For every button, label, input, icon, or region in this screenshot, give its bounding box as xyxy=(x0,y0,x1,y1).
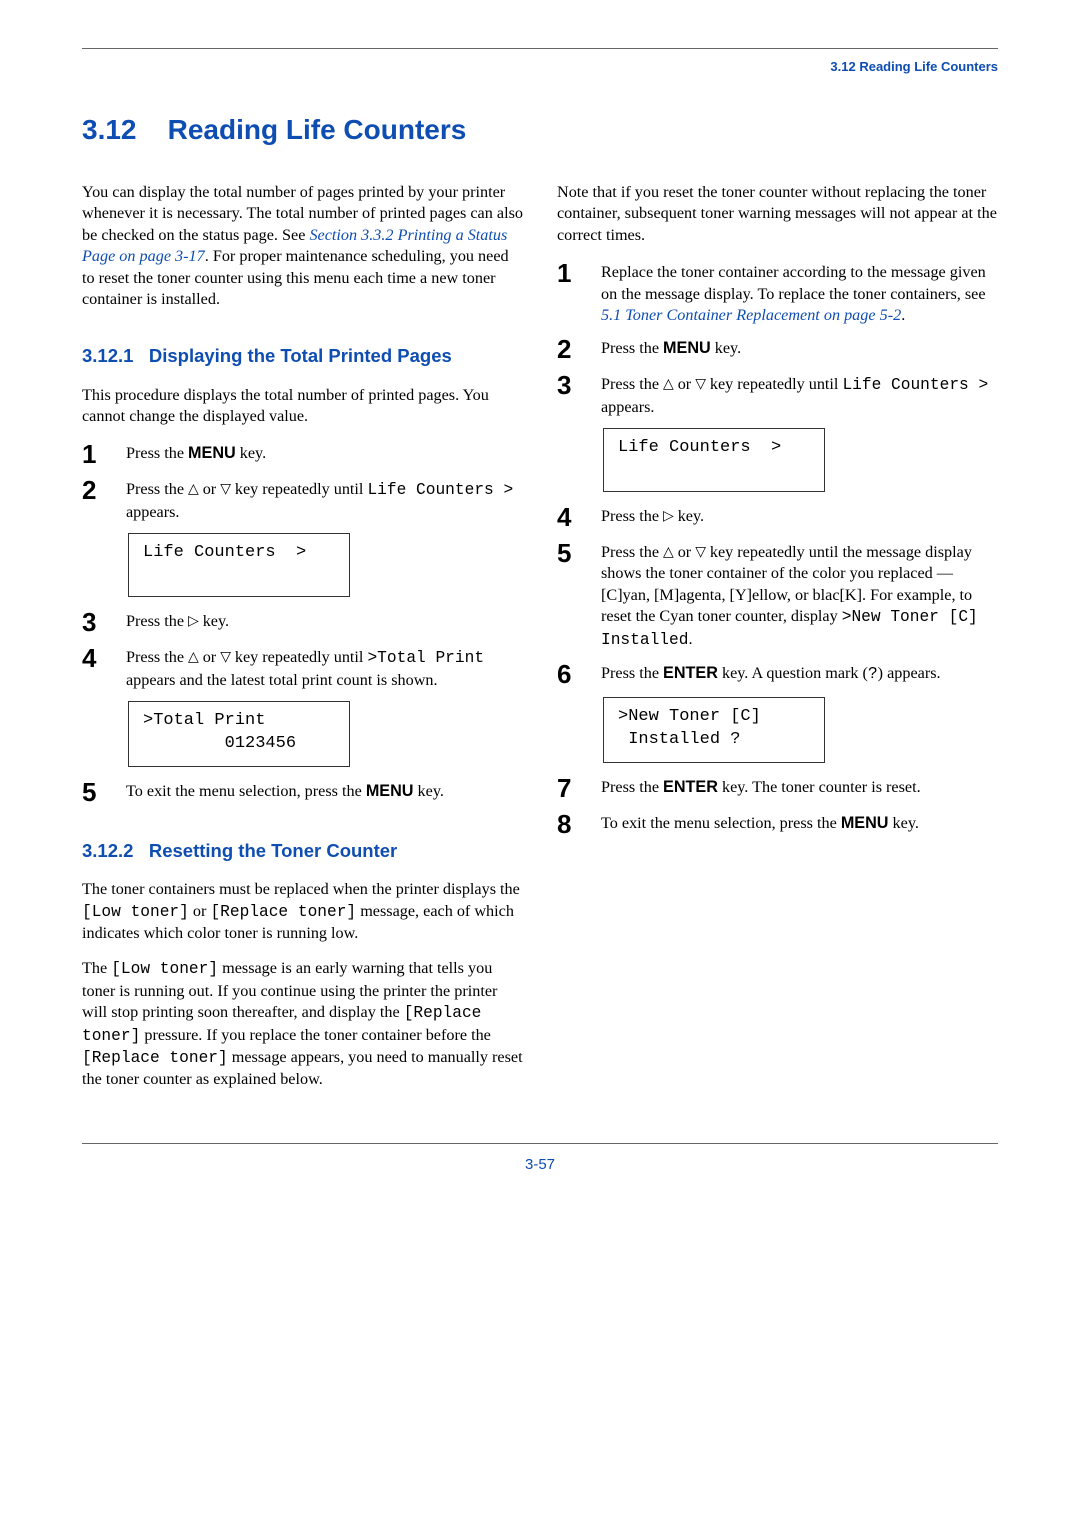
lcd-text: [Replace toner] xyxy=(82,1049,228,1067)
step-body: Press the △ or ▽ key repeatedly until Li… xyxy=(601,372,998,418)
step-number: 4 xyxy=(557,504,583,530)
down-arrow-icon: ▽ xyxy=(695,375,706,393)
step-body: Press the MENU key. xyxy=(126,441,523,464)
right-arrow-icon: ▷ xyxy=(663,507,674,525)
step-number: 2 xyxy=(557,336,583,362)
sub-number: 3.12.2 xyxy=(82,840,133,861)
r-step-4: 4 Press the ▷ key. xyxy=(557,504,998,530)
step-body: Press the ENTER key. The toner counter i… xyxy=(601,775,998,798)
lcd-text: >Total Print xyxy=(367,649,484,667)
subheading-3-12-2: 3.12.2 Resetting the Toner Counter xyxy=(82,839,523,863)
step-number: 4 xyxy=(82,645,108,671)
down-arrow-icon: ▽ xyxy=(220,480,231,498)
sub2-paragraph-2: The [Low toner] message is an early warn… xyxy=(82,958,523,1090)
step-number: 5 xyxy=(82,779,108,805)
step-body: To exit the menu selection, press the ME… xyxy=(126,779,523,802)
step-body: Press the ENTER key. A question mark (?)… xyxy=(601,661,998,685)
page-title: 3.12 Reading Life Counters xyxy=(82,114,998,146)
sub2-paragraph-1: The toner containers must be replaced wh… xyxy=(82,879,523,944)
step-number: 7 xyxy=(557,775,583,801)
section-number: 3.12 xyxy=(82,114,137,145)
menu-key: MENU xyxy=(366,782,414,800)
r-step-5: 5 Press the △ or ▽ key repeatedly until … xyxy=(557,540,998,651)
step-5: 5 To exit the menu selection, press the … xyxy=(82,779,523,805)
step-body: Press the MENU key. xyxy=(601,336,998,359)
menu-key: MENU xyxy=(188,444,236,462)
sub-text: Displaying the Total Printed Pages xyxy=(149,345,452,366)
link-toner-replacement[interactable]: 5.1 Toner Container Replacement on page … xyxy=(601,306,901,324)
right-intro: Note that if you reset the toner counter… xyxy=(557,182,998,246)
up-arrow-icon: △ xyxy=(188,480,199,498)
up-arrow-icon: △ xyxy=(188,648,199,666)
lcd-display: Life Counters > xyxy=(603,428,825,492)
r-step-2: 2 Press the MENU key. xyxy=(557,336,998,362)
step-body: Press the △ or ▽ key repeatedly until >T… xyxy=(126,645,523,691)
lcd-display: >New Toner [C] Installed ? xyxy=(603,697,825,763)
lcd-text: [Low toner] xyxy=(111,960,218,978)
enter-key: ENTER xyxy=(663,778,718,796)
step-body: Press the △ or ▽ key repeatedly until Li… xyxy=(126,477,523,523)
right-arrow-icon: ▷ xyxy=(188,612,199,630)
enter-key: ENTER xyxy=(663,664,718,682)
running-header: 3.12 Reading Life Counters xyxy=(82,59,998,74)
lcd-text: [Replace toner] xyxy=(210,903,356,921)
lcd-display: >Total Print 0123456 xyxy=(128,701,350,767)
step-body: Press the ▷ key. xyxy=(126,609,523,632)
lcd-text: Life Counters > xyxy=(367,481,513,499)
right-column: Note that if you reset the toner counter… xyxy=(557,182,998,1105)
lcd-text: ? xyxy=(868,665,878,683)
page-number: 3-57 xyxy=(525,1156,555,1173)
page: 3.12 Reading Life Counters 3.12 Reading … xyxy=(0,0,1080,1528)
step-3: 3 Press the ▷ key. xyxy=(82,609,523,635)
step-4: 4 Press the △ or ▽ key repeatedly until … xyxy=(82,645,523,691)
step-body: Press the △ or ▽ key repeatedly until th… xyxy=(601,540,998,651)
step-body: To exit the menu selection, press the ME… xyxy=(601,811,998,834)
step-number: 2 xyxy=(82,477,108,503)
subheading-3-12-1: 3.12.1 Displaying the Total Printed Page… xyxy=(82,344,523,368)
step-number: 1 xyxy=(82,441,108,467)
menu-key: MENU xyxy=(663,339,711,357)
step-number: 6 xyxy=(557,661,583,687)
lcd-display: Life Counters > xyxy=(128,533,350,597)
step-number: 5 xyxy=(557,540,583,566)
down-arrow-icon: ▽ xyxy=(220,648,231,666)
left-column: You can display the total number of page… xyxy=(82,182,523,1105)
step-body: Press the ▷ key. xyxy=(601,504,998,527)
r-step-1: 1 Replace the toner container according … xyxy=(557,260,998,326)
r-step-8: 8 To exit the menu selection, press the … xyxy=(557,811,998,837)
footer: 3-57 xyxy=(82,1143,998,1174)
two-column-layout: You can display the total number of page… xyxy=(82,182,998,1105)
r-step-3: 3 Press the △ or ▽ key repeatedly until … xyxy=(557,372,998,418)
step-number: 3 xyxy=(82,609,108,635)
menu-key: MENU xyxy=(841,814,889,832)
step-number: 1 xyxy=(557,260,583,286)
top-rule xyxy=(82,48,998,49)
step-2: 2 Press the △ or ▽ key repeatedly until … xyxy=(82,477,523,523)
sub1-intro: This procedure displays the total number… xyxy=(82,385,523,428)
sub-text: Resetting the Toner Counter xyxy=(149,840,397,861)
r-step-6: 6 Press the ENTER key. A question mark (… xyxy=(557,661,998,687)
r-step-7: 7 Press the ENTER key. The toner counter… xyxy=(557,775,998,801)
step-number: 3 xyxy=(557,372,583,398)
lcd-text: [Low toner] xyxy=(82,903,189,921)
step-body: Replace the toner container according to… xyxy=(601,260,998,326)
up-arrow-icon: △ xyxy=(663,375,674,393)
section-text: Reading Life Counters xyxy=(168,114,467,145)
down-arrow-icon: ▽ xyxy=(695,543,706,561)
sub-number: 3.12.1 xyxy=(82,345,133,366)
step-number: 8 xyxy=(557,811,583,837)
step-1: 1 Press the MENU key. xyxy=(82,441,523,467)
up-arrow-icon: △ xyxy=(663,543,674,561)
lcd-text: Life Counters > xyxy=(842,376,988,394)
intro-paragraph: You can display the total number of page… xyxy=(82,182,523,310)
